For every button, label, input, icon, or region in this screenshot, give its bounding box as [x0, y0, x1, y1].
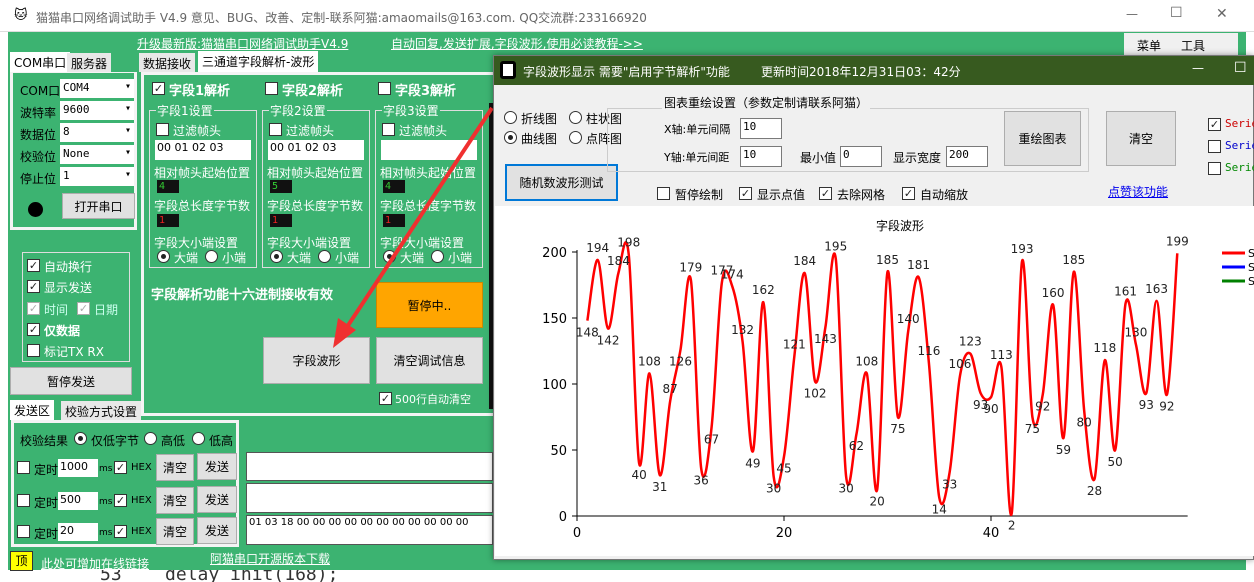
data-label: 30 — [766, 481, 781, 495]
data-label: 116 — [917, 344, 940, 358]
data-label: 102 — [804, 386, 827, 400]
data-label: 49 — [745, 456, 760, 470]
settings-title: 图表重绘设置（参数定制请联系阿猫） — [662, 94, 871, 111]
data-label: 67 — [704, 433, 719, 447]
chart-type-radio[interactable] — [504, 131, 517, 144]
data-label: 194 — [586, 241, 609, 255]
x-tick-label: 20 — [776, 526, 793, 541]
y-interval-input[interactable]: 10 — [740, 146, 782, 167]
data-label: 108 — [638, 354, 661, 368]
y-tick-label: 150 — [542, 312, 567, 327]
x-tick-label: 0 — [573, 526, 581, 541]
data-label: 28 — [1087, 484, 1102, 498]
data-label: 162 — [752, 283, 775, 297]
y-tick-label: 200 — [542, 246, 567, 261]
display-width-input[interactable]: 200 — [946, 146, 988, 167]
series-checkbox[interactable]: ✓ — [1208, 118, 1221, 131]
data-label: 123 — [959, 335, 982, 349]
chart-type-radio[interactable] — [569, 131, 582, 144]
data-label: 80 — [1077, 415, 1092, 429]
redraw-button[interactable]: 重绘图表 — [1004, 111, 1081, 166]
data-label: 126 — [669, 355, 692, 369]
data-label: 50 — [1108, 455, 1123, 469]
data-label: 140 — [897, 312, 920, 326]
data-label: 75 — [890, 422, 905, 436]
chart-type-radio[interactable] — [504, 111, 517, 124]
y-tick-label: 0 — [559, 510, 567, 525]
data-label: 148 — [576, 326, 599, 340]
cat-icon — [500, 61, 516, 79]
data-label: 130 — [1124, 325, 1147, 339]
data-label: 92 — [1035, 400, 1050, 414]
data-label: 20 — [870, 495, 885, 509]
x-interval-input[interactable]: 10 — [740, 118, 782, 139]
y-tick-label: 50 — [550, 444, 567, 459]
data-label: 33 — [942, 477, 957, 491]
data-label: 185 — [876, 253, 899, 267]
data-label: 174 — [721, 267, 744, 281]
data-label: 163 — [1145, 282, 1168, 296]
chart-option-checkbox[interactable]: ✓ — [739, 187, 752, 200]
series-line — [586, 241, 1179, 517]
data-label: 90 — [983, 402, 998, 416]
clear-chart-button[interactable]: 清空 — [1106, 111, 1176, 166]
data-label: 62 — [849, 439, 864, 453]
data-label: 93 — [1139, 398, 1154, 412]
data-label: 87 — [663, 382, 678, 396]
data-label: 30 — [838, 481, 853, 495]
data-label: 31 — [652, 480, 667, 494]
random-test-button[interactable]: 随机数波形测试 — [505, 164, 618, 201]
update-time: 更新时间2018年12月31日03：42分 — [761, 65, 961, 79]
chart-option-checkbox[interactable]: ✓ — [819, 187, 832, 200]
data-label: 45 — [776, 462, 791, 476]
data-label: 113 — [990, 348, 1013, 362]
data-label: 143 — [814, 332, 837, 346]
data-label: 36 — [694, 473, 709, 487]
data-label: 118 — [1093, 341, 1116, 355]
series-checkbox[interactable] — [1208, 140, 1221, 153]
data-label: 142 — [597, 334, 620, 348]
wave-title: 字段波形显示 需要"启用字节解析"功能 — [523, 65, 730, 79]
data-label: 193 — [1011, 242, 1034, 256]
data-label: 106 — [948, 357, 971, 371]
x-tick-label: 40 — [983, 526, 1000, 541]
data-label: 179 — [679, 261, 702, 275]
chart-option-checkbox[interactable]: ✓ — [902, 187, 915, 200]
data-label: 195 — [824, 240, 847, 254]
chart-type-radio[interactable] — [569, 111, 582, 124]
wave-maximize-icon[interactable]: ☐ — [1234, 60, 1247, 76]
data-label: 161 — [1114, 284, 1137, 298]
y-tick-label: 100 — [542, 378, 567, 393]
data-label: 185 — [1062, 253, 1085, 267]
data-label: 184 — [607, 254, 630, 268]
data-label: 59 — [1056, 443, 1071, 457]
chart-option-checkbox[interactable] — [657, 187, 670, 200]
legend-label: Series1 — [1248, 247, 1254, 260]
data-label: 199 — [1166, 234, 1189, 248]
data-label: 108 — [855, 354, 878, 368]
data-label: 184 — [793, 254, 816, 268]
legend-label: Series2 — [1248, 261, 1254, 274]
data-label: 14 — [932, 503, 947, 517]
data-label: 181 — [907, 258, 930, 272]
wave-chart: 字段波形05010015020002040Series1148194142184… — [542, 218, 1254, 541]
data-label: 92 — [1159, 400, 1174, 414]
legend-label: Series3 — [1248, 275, 1254, 288]
data-label: 132 — [731, 323, 754, 337]
data-label: 2 — [1008, 518, 1016, 532]
data-label: 198 — [617, 236, 640, 250]
data-label: 121 — [783, 337, 806, 351]
wave-minimize-icon[interactable]: — — [1192, 61, 1204, 75]
like-link[interactable]: 点赞该功能 — [1108, 183, 1168, 200]
chart-title: 字段波形 — [876, 218, 924, 233]
data-label: 160 — [1042, 286, 1065, 300]
data-label: 40 — [631, 468, 646, 482]
min-value-input[interactable]: 0 — [840, 146, 882, 167]
series-checkbox[interactable] — [1208, 162, 1221, 175]
wave-title-bar: 字段波形显示 需要"启用字节解析"功能 更新时间2018年12月31日03：42… — [494, 56, 1254, 85]
data-label: 75 — [1025, 422, 1040, 436]
